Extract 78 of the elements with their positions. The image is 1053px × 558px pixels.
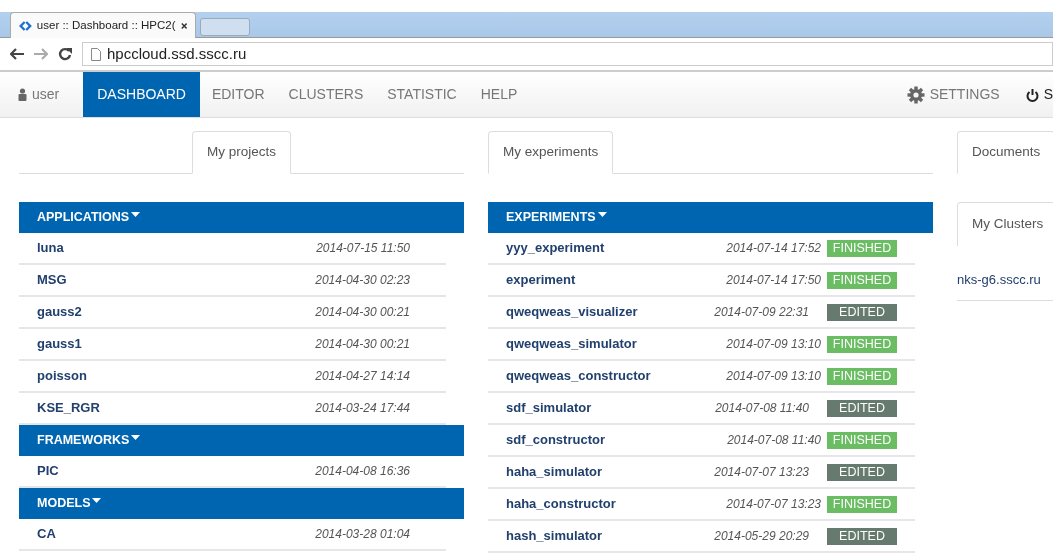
user-icon <box>18 88 27 101</box>
status-label: FINISHED <box>827 495 897 513</box>
date-text: 2014-07-14 17:50 <box>726 272 821 289</box>
experiment-link[interactable]: yyy_experiment <box>506 238 727 258</box>
status-label: FINISHED <box>827 335 897 353</box>
page-icon <box>91 47 101 61</box>
date-text: 2014-04-08 16:36 <box>315 463 410 480</box>
project-link[interactable]: poisson <box>37 366 316 386</box>
project-link[interactable]: gauss1 <box>37 334 316 354</box>
project-link[interactable]: CA <box>37 524 316 544</box>
status-label: EDITED <box>827 399 897 417</box>
date-text: 2014-07-15 11:50 <box>316 240 410 257</box>
project-link[interactable]: PIC <box>37 461 316 481</box>
experiment-link[interactable]: hash_simulator <box>506 526 715 546</box>
clusters-tab[interactable]: My Clusters <box>957 202 1053 246</box>
cluster-link[interactable]: nks-g6.sscc.ru <box>957 272 1041 287</box>
experiment-link[interactable]: qweqweas_constructor <box>506 366 727 386</box>
projects-tab[interactable]: My projects <box>192 131 291 174</box>
date-text: 2014-07-08 11:40 <box>715 400 809 417</box>
experiment-link[interactable]: sdf_constructor <box>506 430 728 450</box>
status-label: FINISHED <box>827 367 897 385</box>
project-link[interactable]: luna <box>37 238 317 258</box>
project-link[interactable]: MSG <box>37 270 316 290</box>
date-text: 2014-07-14 17:52 <box>726 240 821 257</box>
date-text: 2014-07-09 13:10 <box>726 368 821 385</box>
address-field[interactable]: hpccloud.ssd.sscc.ru <box>82 42 1053 66</box>
nav-tab[interactable]: CLUSTERS <box>276 72 376 117</box>
browser-tab[interactable]: user :: Dashboard :: HPC2( <box>10 12 196 38</box>
experiment-link[interactable]: haha_constructor <box>506 494 727 514</box>
experiment-link[interactable]: experiment <box>506 270 727 290</box>
date-text: 2014-07-08 11:40 <box>727 432 821 449</box>
date-text: 2014-03-28 01:04 <box>315 526 410 543</box>
date-text: 2014-07-07 13:23 <box>714 464 809 481</box>
tab-title: user :: Dashboard :: HPC2( <box>36 17 176 33</box>
app-icon <box>19 19 32 32</box>
date-text: 2014-04-27 14:14 <box>315 368 410 385</box>
experiments-tab[interactable]: My experiments <box>488 131 614 174</box>
signout-link[interactable]: S <box>1013 72 1053 117</box>
date-text: 2014-04-30 02:23 <box>315 272 410 289</box>
date-text: 2014-07-09 13:10 <box>726 336 821 353</box>
caret-icon <box>131 211 141 218</box>
status-label: EDITED <box>827 303 897 321</box>
status-label: FINISHED <box>827 271 897 289</box>
date-text: 2014-07-07 13:23 <box>726 496 821 513</box>
date-text: 2014-05-29 20:29 <box>714 528 809 545</box>
date-text: 2014-07-09 22:31 <box>714 304 809 321</box>
reload-icon[interactable] <box>58 47 72 61</box>
status-label: EDITED <box>827 463 897 481</box>
user-menu[interactable]: user <box>0 72 84 117</box>
date-text: 2014-03-24 17:44 <box>315 400 410 417</box>
section-header[interactable]: FRAMEWORKS <box>19 425 464 456</box>
section-header[interactable]: MODELS <box>19 488 464 519</box>
experiment-link[interactable]: qweqweas_visualizer <box>506 302 715 322</box>
date-text: 2014-04-30 00:21 <box>315 304 410 321</box>
back-icon[interactable] <box>10 48 24 60</box>
experiment-link[interactable]: haha_simulator <box>506 462 715 482</box>
nav-tab[interactable]: DASHBOARD <box>83 72 200 117</box>
project-link[interactable]: gauss2 <box>37 302 316 322</box>
status-label: EDITED <box>827 527 897 545</box>
documents-tab[interactable]: Documents <box>957 131 1053 174</box>
settings-icon <box>906 85 925 104</box>
caret-icon <box>597 211 607 218</box>
power-icon <box>1025 87 1039 102</box>
status-label: FINISHED <box>827 431 897 449</box>
experiment-link[interactable]: sdf_simulator <box>506 398 716 418</box>
section-header[interactable]: EXPERIMENTS <box>488 202 933 233</box>
caret-icon <box>92 497 102 504</box>
project-link[interactable]: KSE_RGR <box>37 398 316 418</box>
section-header[interactable]: APPLICATIONS <box>19 202 464 233</box>
caret-icon <box>131 434 141 441</box>
nav-tab[interactable]: STATISTIC <box>375 72 469 117</box>
date-text: 2014-04-30 00:21 <box>315 336 410 353</box>
experiment-link[interactable]: qweqweas_simulator <box>506 334 727 354</box>
nav-tab[interactable]: EDITOR <box>199 72 277 117</box>
nav-tab[interactable]: HELP <box>468 72 530 117</box>
settings-link[interactable]: SETTINGS <box>894 72 1014 117</box>
status-label: FINISHED <box>827 239 897 257</box>
close-icon[interactable] <box>180 21 187 30</box>
